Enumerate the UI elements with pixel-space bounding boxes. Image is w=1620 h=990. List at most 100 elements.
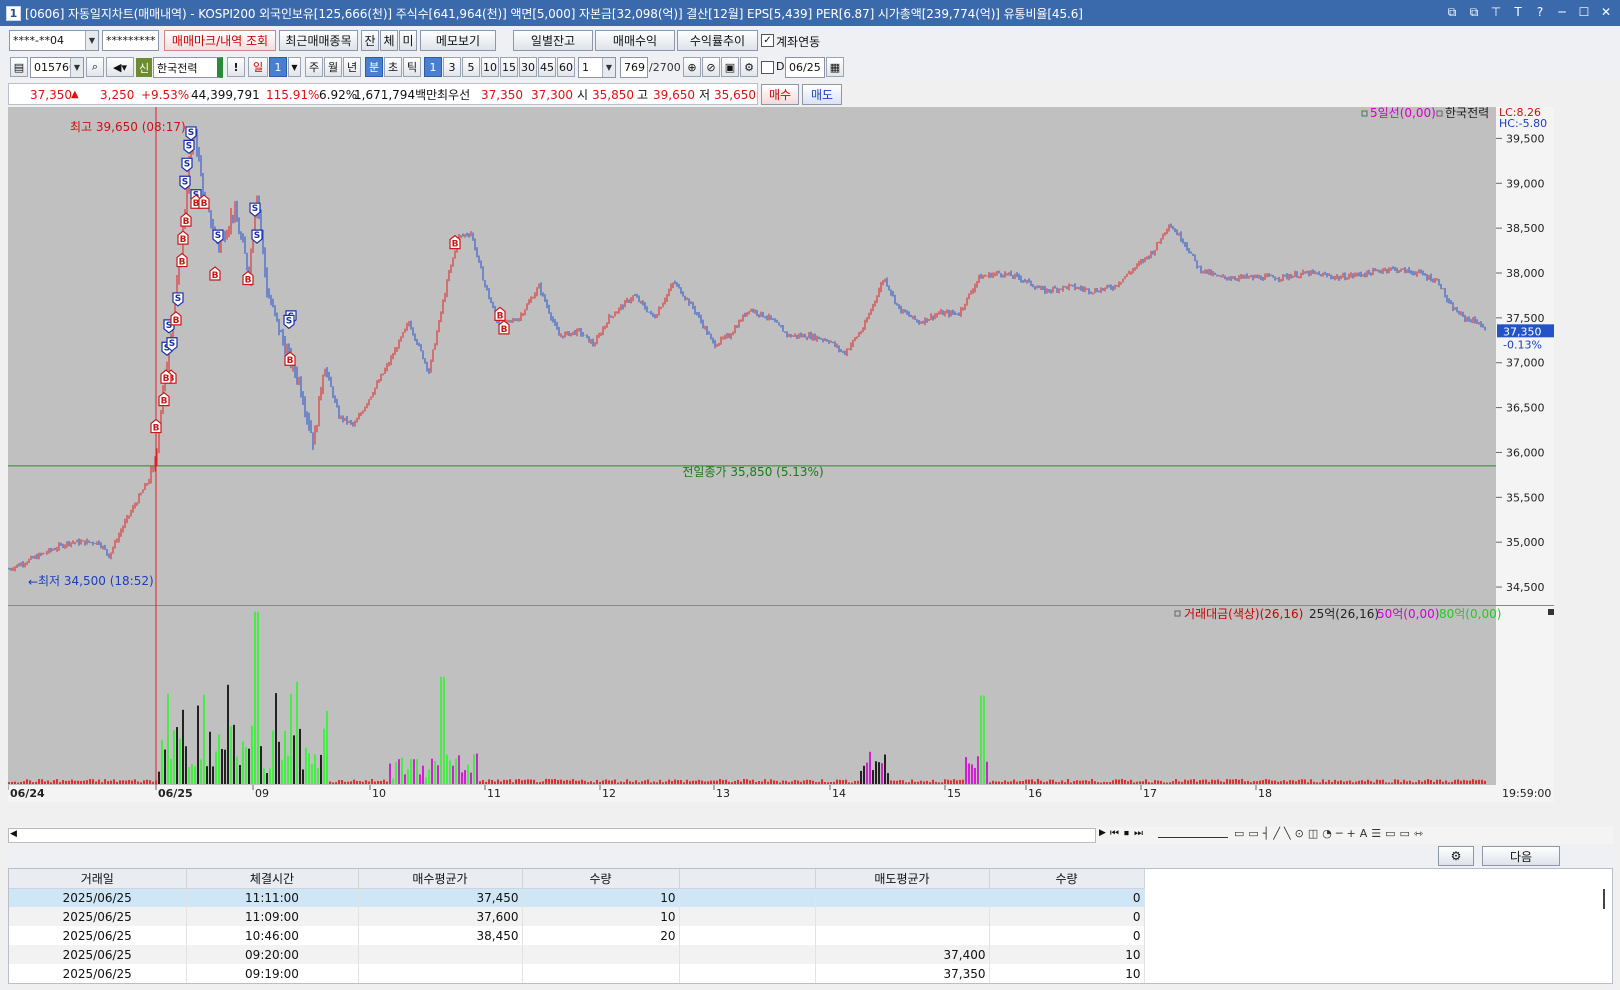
marker-label: B (245, 275, 252, 285)
trade-mark-query-button[interactable]: 매매마크/내역 조회 (164, 30, 276, 51)
tab-balance[interactable]: 잔 (361, 30, 379, 51)
sell-button[interactable]: 매도 (802, 84, 842, 105)
minute-60-button[interactable]: 60 (557, 57, 575, 77)
minute-1-button[interactable]: 1 (424, 57, 442, 77)
volume-bar (824, 782, 826, 784)
minute-45-button[interactable]: 45 (538, 57, 556, 77)
account-select[interactable]: ****-**04 ▼ (9, 30, 99, 51)
table-scrollbar[interactable] (1603, 889, 1605, 909)
col-sell-qty[interactable]: 수량 (989, 869, 1145, 889)
minute-30-button[interactable]: 30 (519, 57, 537, 77)
volume-bar (545, 778, 547, 784)
chevron-down-icon[interactable]: ▼ (602, 58, 615, 77)
period-minute-button[interactable]: 분 (365, 57, 383, 77)
save-icon[interactable]: ▣ (721, 57, 739, 77)
trade-profit-button[interactable]: 매매수익 (595, 30, 675, 51)
x-tick-label: 06/24 (10, 787, 45, 800)
pin-icon[interactable]: ⊤ (1488, 4, 1504, 20)
next-button[interactable]: 다음 (1482, 846, 1560, 866)
memo-view-button[interactable]: 메모보기 (420, 30, 496, 51)
chevron-down-icon[interactable]: ▼ (70, 58, 83, 77)
search-icon[interactable]: ⌕ (86, 57, 104, 77)
period-second-button[interactable]: 초 (384, 57, 402, 77)
zoom-in-icon[interactable]: ⊕ (683, 57, 701, 77)
profit-trend-button[interactable]: 수익률추이 (677, 30, 758, 51)
zoom-slider[interactable] (1158, 828, 1228, 838)
volume-bar (698, 779, 700, 784)
period-day-button[interactable]: 일 (248, 57, 268, 77)
table-settings-icon[interactable]: ⚙ (1438, 846, 1474, 866)
password-field[interactable]: ********* (102, 30, 159, 51)
speaker-icon[interactable]: ◀▾ (106, 57, 134, 77)
volume-bar (917, 781, 919, 784)
help-icon[interactable]: ? (1532, 4, 1548, 20)
current-change-label: -0.13% (1503, 338, 1542, 351)
zoom-out-icon[interactable]: ⊘ (702, 57, 720, 77)
col-sell-avg[interactable]: 매도평균가 (815, 869, 990, 889)
interval-select[interactable]: 1 ▼ (578, 57, 616, 78)
stock-name-field[interactable]: 한국전력 (153, 57, 223, 78)
playback-controls-icon[interactable]: ⏮⏹⏭ (1110, 828, 1148, 839)
table-row[interactable]: 2025/06/25 09:20:00 37,400 10 (9, 945, 1145, 964)
volume-bar (962, 779, 964, 784)
table-row[interactable]: 2025/06/25 11:11:00 37,450 10 0 (9, 888, 1145, 907)
chevron-down-icon[interactable]: ▼ (288, 57, 301, 77)
recent-trades-button[interactable]: 최근매매종목 (279, 30, 358, 51)
quote-bar: 37,350 ▲ 3,250 +9.53% 44,399,791 115.91%… (0, 82, 1620, 107)
col-trade-date[interactable]: 거래일 (9, 869, 187, 889)
price-volume-chart[interactable]: 39,500 39,000 38,500 38,000 37,500 37,000 36,5… (7, 106, 1554, 830)
link-icon[interactable]: ⧉ (1444, 4, 1460, 20)
volume-bar (1088, 781, 1090, 784)
stock-code-select[interactable]: 015760 ▼ (30, 57, 84, 78)
date-checkbox[interactable] (761, 61, 774, 74)
settings-icon[interactable]: ⚙ (740, 57, 758, 77)
tile-icon[interactable]: ⧉ (1466, 4, 1482, 20)
drawing-tools-icon[interactable]: ▭▭┤╱╲⊙◫◔─+A☰▭▭⇿ (1234, 827, 1427, 840)
minute-10-button[interactable]: 10 (481, 57, 499, 77)
col-buy-avg[interactable]: 매수평균가 (358, 869, 523, 889)
table-cell (679, 945, 816, 964)
daily-balance-button[interactable]: 일별잔고 (513, 30, 593, 51)
chevron-down-icon[interactable]: ▼ (85, 31, 98, 50)
window-number-badge[interactable]: 1 (6, 5, 21, 21)
chart-scrollbar[interactable] (8, 828, 1096, 843)
volume-bar (1271, 780, 1273, 784)
period-month-button[interactable]: 월 (324, 57, 342, 77)
period-tick-button[interactable]: 틱 (403, 57, 421, 77)
maximize-button[interactable]: ☐ (1576, 4, 1592, 20)
close-button[interactable]: ✕ (1598, 4, 1614, 20)
account-link-checkbox[interactable]: ✓ (761, 34, 774, 47)
minute-5-button[interactable]: 5 (462, 57, 480, 77)
table-row[interactable]: 2025/06/25 09:19:00 37,350 10 (9, 964, 1145, 983)
col-buy-qty[interactable]: 수량 (522, 869, 680, 889)
x-tick-label: 10 (372, 787, 386, 800)
scroll-right-icon[interactable]: ▶ (1096, 828, 1109, 843)
volume-bar (905, 782, 907, 784)
warning-button[interactable]: ! (227, 57, 245, 77)
volume-bar (1055, 781, 1057, 784)
minute-3-button[interactable]: 3 (443, 57, 461, 77)
table-row[interactable]: 2025/06/25 11:09:00 37,600 10 0 (9, 907, 1145, 926)
date-field[interactable]: 06/25 (785, 57, 825, 78)
period-value[interactable]: 1 (269, 57, 287, 77)
panel-icon[interactable]: ▤ (10, 57, 28, 77)
data-count-field[interactable]: 769 (620, 57, 648, 78)
font-icon[interactable]: T (1510, 4, 1526, 20)
table-cell: 10:46:00 (186, 926, 359, 945)
tab-executed[interactable]: 체 (380, 30, 398, 51)
volume-bar (1394, 779, 1396, 784)
scroll-left-icon[interactable]: ◀ (10, 829, 17, 839)
minimize-button[interactable]: ─ (1554, 4, 1570, 20)
volume-bar (536, 782, 538, 784)
volume-bar (464, 770, 466, 784)
calendar-icon[interactable]: ▦ (826, 57, 844, 77)
chart-area[interactable]: 39,500 39,000 38,500 38,000 37,500 37,000 36,5… (7, 106, 1554, 830)
minute-15-button[interactable]: 15 (500, 57, 518, 77)
buy-button[interactable]: 매수 (761, 84, 799, 105)
table-row[interactable]: 2025/06/25 10:46:00 38,450 20 0 (9, 926, 1145, 945)
tab-unfilled[interactable]: 미 (399, 30, 417, 51)
col-exec-time[interactable]: 체결시간 (186, 869, 359, 889)
period-week-button[interactable]: 주 (305, 57, 323, 77)
volume-bar (1379, 779, 1381, 784)
period-year-button[interactable]: 년 (343, 57, 361, 77)
